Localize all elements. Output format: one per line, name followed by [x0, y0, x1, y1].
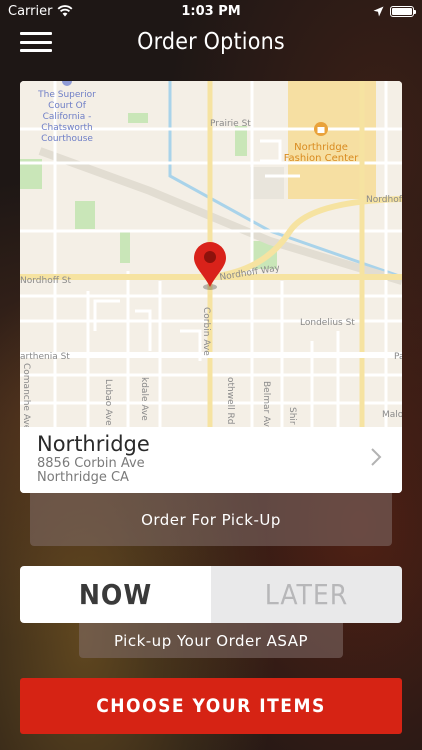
battery-icon	[389, 5, 416, 17]
location-address-line1: 8856 Corbin Ave	[37, 456, 145, 471]
order-type-label: Order For Pick-Up	[141, 510, 281, 529]
map-label-belmar: Belmar Ave	[261, 381, 271, 427]
map-label-parthenia: arthenia St	[20, 352, 70, 362]
asap-info: Pick-up Your Order ASAP	[79, 623, 343, 658]
map-label-prairie: Prairie St	[210, 119, 251, 129]
asap-label: Pick-up Your Order ASAP	[113, 631, 309, 650]
location-arrow-icon	[373, 6, 384, 16]
map-label-lindley: kdale Ave	[139, 377, 149, 421]
map-label-comanche: Comanche Ave	[21, 363, 31, 427]
carrier-label: Carrier	[8, 3, 53, 19]
toggle-later[interactable]: LATER	[211, 566, 402, 623]
map-label-nordhoff-right: Nordhoff	[366, 195, 402, 205]
status-right	[294, 5, 416, 17]
map-label-mall-1: Northridge	[294, 142, 348, 153]
menu-button[interactable]	[20, 32, 52, 52]
map-label-court-4: Chatsworth	[41, 123, 93, 133]
location-name: Northridge	[37, 432, 150, 456]
map-label-pa: Pa	[394, 352, 402, 362]
hamburger-line	[20, 49, 52, 52]
map-label-shirley: Shir	[287, 407, 297, 425]
status-time: 1:03 PM	[181, 3, 241, 19]
hamburger-line	[20, 32, 52, 35]
location-row[interactable]: Northridge 8856 Corbin Ave Northridge CA	[20, 427, 402, 493]
map-label-court-1: The Superior	[37, 90, 96, 100]
choose-items-label: CHOOSE YOUR ITEMS	[96, 695, 326, 717]
toggle-now[interactable]: NOW	[20, 566, 211, 623]
shopping-bag-icon	[314, 122, 328, 136]
map-label-londelius: Londelius St	[300, 318, 355, 328]
map-label-corbin: Corbin Ave	[201, 307, 211, 356]
map-label-court-2: Court Of	[48, 101, 87, 111]
location-address-line2: Northridge CA	[37, 470, 129, 485]
status-bar: Carrier 1:03 PM	[0, 0, 422, 22]
map-label-nordhoff-st: Nordhoff St	[20, 276, 71, 286]
battery-fill	[391, 7, 412, 15]
map-label-court-5: Courthouse	[41, 134, 93, 144]
page-title: Order Options	[137, 29, 285, 55]
map-view[interactable]: The Superior Court Of California - Chats…	[20, 81, 402, 427]
map-label-mall-2: Fashion Center	[284, 153, 359, 164]
map-canvas[interactable]: The Superior Court Of California - Chats…	[20, 81, 402, 427]
nav-bar: Order Options	[0, 22, 422, 62]
chevron-right-icon[interactable]	[370, 447, 382, 467]
map-label-court-3: California -	[43, 112, 92, 122]
order-type-button[interactable]: Order For Pick-Up	[30, 493, 392, 546]
map-label-malo: Malo	[382, 410, 402, 420]
status-left: Carrier	[8, 4, 128, 19]
map-label-rothwell: othwell Rd	[225, 377, 235, 424]
location-card: The Superior Court Of California - Chats…	[20, 81, 402, 493]
map-label-lubao: Lubao Ave	[103, 379, 113, 426]
hamburger-line	[20, 40, 52, 44]
wifi-icon	[58, 5, 73, 17]
timing-toggle[interactable]: NOW LATER	[20, 566, 402, 623]
choose-items-button[interactable]: CHOOSE YOUR ITEMS	[20, 678, 402, 734]
